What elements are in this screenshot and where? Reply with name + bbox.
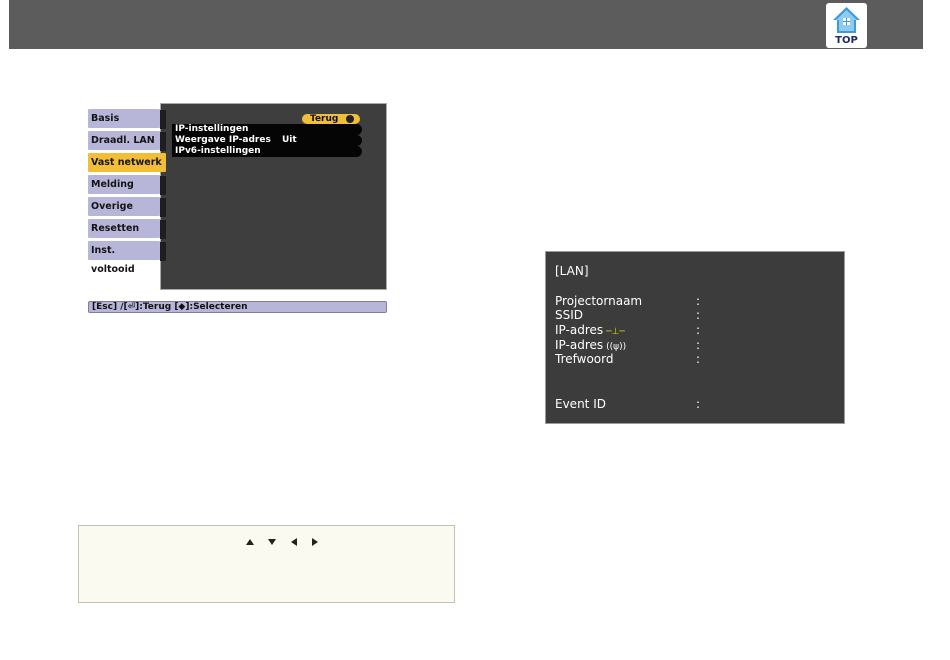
- lan-separator: :: [696, 397, 701, 411]
- home-icon: [833, 7, 860, 33]
- tab-shadow: [160, 176, 166, 195]
- menu-item-value: Uit: [282, 135, 297, 145]
- menu-tab-overige[interactable]: Overige: [88, 197, 160, 216]
- menu-tab-melding[interactable]: Melding: [88, 175, 160, 194]
- top-link-label: TOP: [835, 35, 858, 46]
- arrow-down-icon: [268, 539, 276, 545]
- lan-info-screen: [LAN] Projectornaam : SSID : IP-adres ─⊥─…: [545, 251, 845, 424]
- menu-item-ip-instellingen[interactable]: IP-instellingen: [172, 124, 362, 135]
- back-button[interactable]: Terug: [302, 114, 360, 124]
- lan-separator: :: [696, 338, 701, 352]
- menu-tab-basis[interactable]: Basis: [88, 109, 160, 128]
- enter-icon: [346, 115, 354, 123]
- arrow-right-icon: [312, 538, 318, 546]
- lan-row-ssid: SSID: [555, 308, 584, 322]
- menu-item-ipv6-instellingen[interactable]: IPv6-instellingen: [172, 146, 362, 157]
- tab-shadow: [160, 198, 166, 217]
- lan-separator: :: [696, 352, 701, 366]
- tab-shadow: [160, 242, 166, 261]
- lan-row-ip-adres-wired: IP-adres ─⊥─: [555, 323, 625, 337]
- header-bar: [9, 0, 923, 49]
- lan-row-projectornaam: Projectornaam: [555, 294, 643, 308]
- menu-tab-resetten[interactable]: Resetten: [88, 219, 160, 238]
- lan-row-event-id: Event ID: [555, 397, 606, 411]
- tab-shadow: [160, 110, 166, 129]
- menu-help-bar: [Esc] /[⏎]:Terug [◆]:Selecteren: [88, 301, 387, 313]
- lan-title: [LAN]: [555, 264, 589, 278]
- tab-shadow: [160, 220, 166, 239]
- menu-tab-vast-netwerk[interactable]: Vast netwerk: [88, 153, 166, 185]
- arrow-left-icon: [291, 538, 297, 546]
- top-link[interactable]: TOP: [826, 3, 867, 48]
- tab-shadow: [160, 132, 166, 151]
- note-box: [78, 525, 455, 603]
- wireless-icon: ((ψ)): [606, 342, 627, 352]
- lan-separator: :: [696, 308, 701, 322]
- arrow-up-icon: [246, 539, 254, 545]
- lan-row-trefwoord: Trefwoord: [555, 352, 614, 366]
- menu-tab-draadl-lan[interactable]: Draadl. LAN: [88, 131, 160, 150]
- wired-lan-icon: ─⊥─: [606, 327, 625, 337]
- lan-separator: :: [696, 323, 701, 337]
- menu-tab-inst-voltooid[interactable]: Inst. voltooid: [88, 241, 160, 275]
- lan-separator: :: [696, 294, 701, 308]
- menu-item-weergave-ip-adres[interactable]: Weergave IP-adres Uit: [172, 135, 362, 146]
